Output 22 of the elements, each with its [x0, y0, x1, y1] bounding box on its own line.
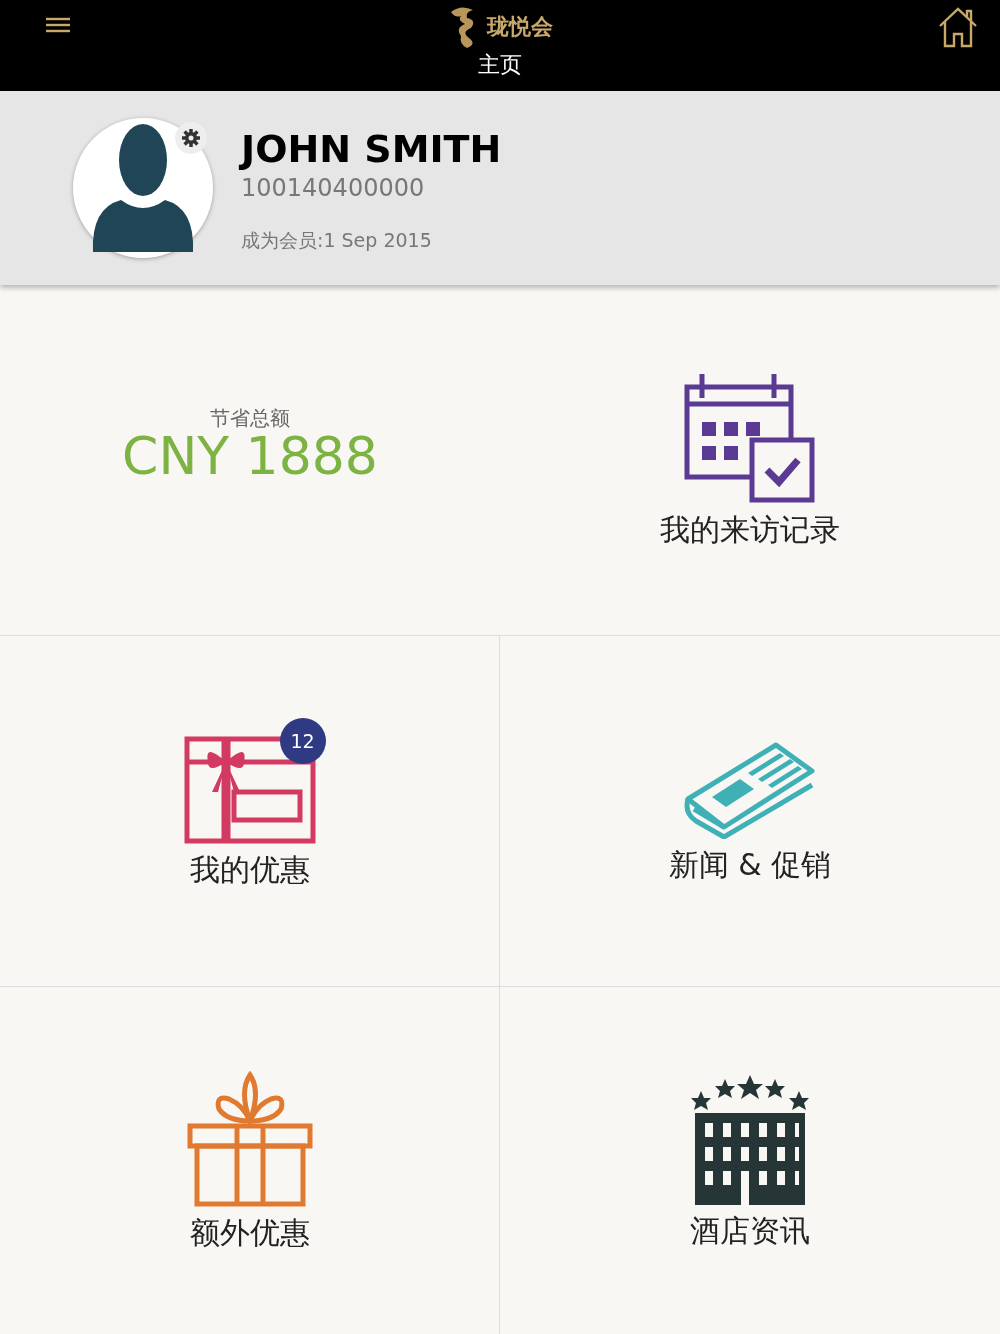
extra-offers-tile[interactable]: 额外优惠 — [0, 986, 500, 1334]
person-silhouette-icon — [91, 124, 195, 252]
hotel-info-tile[interactable]: 酒店资讯 — [500, 986, 1000, 1334]
home-icon — [938, 6, 978, 48]
member-since: 成为会员:1 Sep 2015 — [241, 227, 433, 253]
calendar-check-icon — [684, 372, 816, 504]
gift-card-icon — [183, 734, 316, 844]
gift-box-icon — [186, 1071, 313, 1207]
settings-icon — [181, 128, 201, 148]
savings-caption: 节省总额 — [210, 406, 290, 429]
savings-amount: CNY 1888 — [122, 428, 378, 484]
logo-text: 珑悦会 — [487, 16, 553, 38]
page-title: 主页 — [478, 54, 522, 76]
count-badge: 12 — [279, 718, 326, 764]
visits-tile[interactable]: 我的来访记录 — [500, 285, 1000, 635]
settings-button[interactable] — [175, 122, 207, 154]
offers-tile[interactable]: 12 我的优惠 — [0, 635, 500, 986]
member-name: JOHN SMITH — [241, 129, 502, 170]
hotel-building-icon — [691, 1073, 809, 1205]
member-number: 100140400000 — [241, 172, 426, 204]
home-button[interactable] — [938, 6, 978, 48]
news-tile[interactable]: 新闻 & 促销 — [500, 635, 1000, 986]
